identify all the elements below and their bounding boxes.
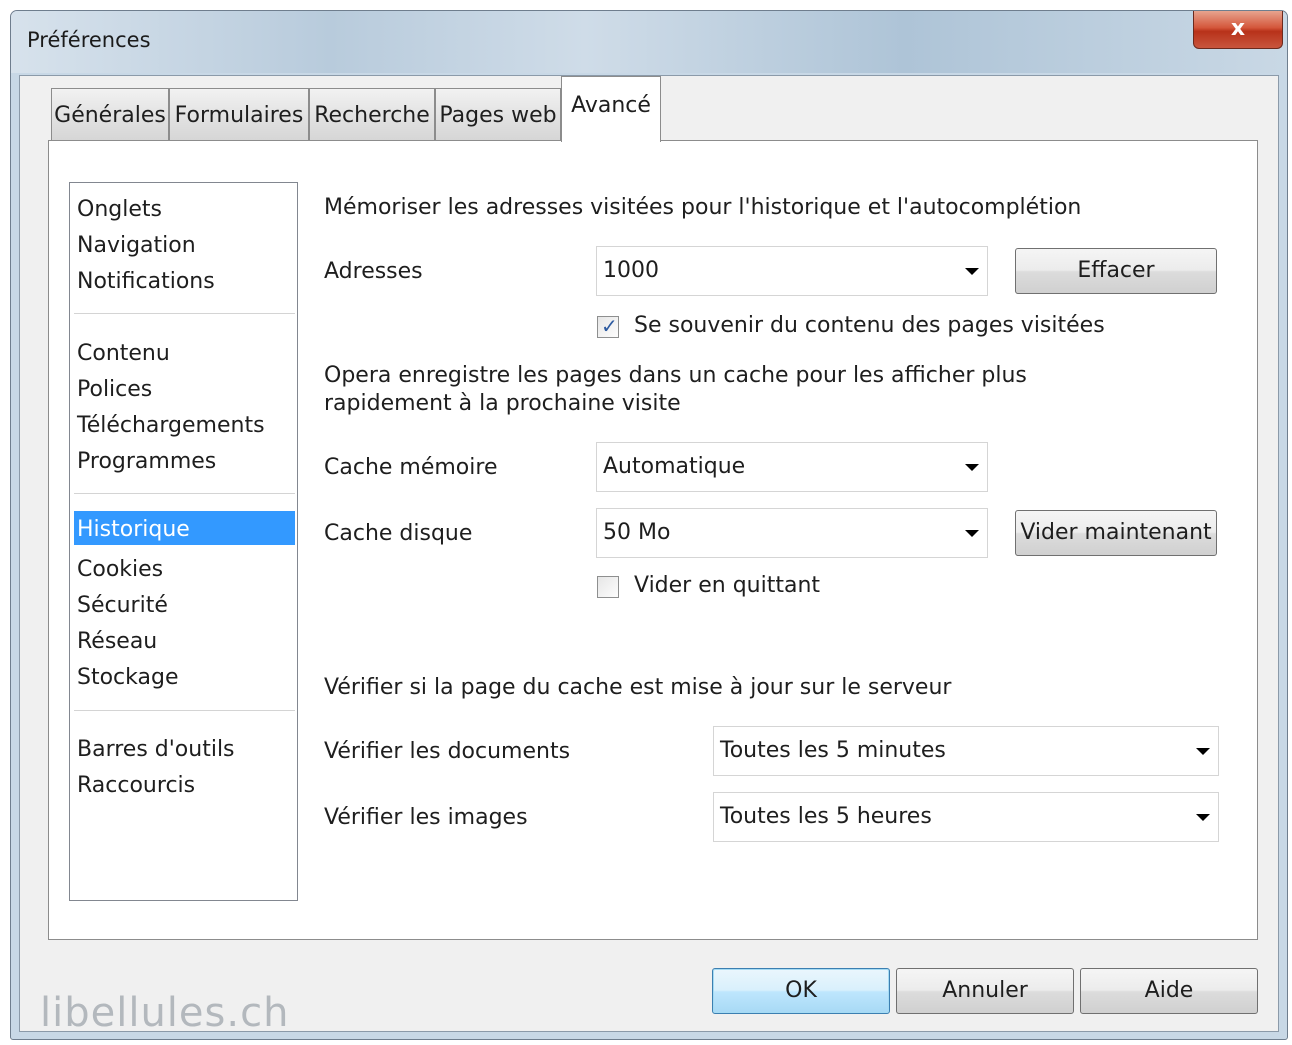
check-icon: ✓ — [601, 314, 618, 338]
cache-description-line2: rapidement à la prochaine visite — [324, 391, 681, 416]
tab-generales[interactable]: Générales — [51, 88, 169, 140]
sidebar-divider — [74, 710, 295, 711]
sidebar-item-raccourcis[interactable]: Raccourcis — [74, 767, 295, 801]
help-button[interactable]: Aide — [1080, 968, 1258, 1014]
memory-cache-select[interactable]: Automatique — [596, 442, 988, 492]
check-images-label: Vérifier les images — [324, 805, 528, 830]
disk-cache-select[interactable]: 50 Mo — [596, 508, 988, 558]
watermark-logo: libellules.ch — [40, 990, 290, 1036]
check-images-select[interactable]: Toutes les 5 heures — [713, 792, 1219, 842]
advanced-panel: Onglets Navigation Notifications Contenu… — [48, 140, 1258, 940]
sidebar-item-stockage[interactable]: Stockage — [74, 659, 295, 693]
cache-description-line1: Opera enregistre les pages dans un cache… — [324, 363, 1027, 388]
sidebar-item-programmes[interactable]: Programmes — [74, 443, 295, 477]
remember-content-label: Se souvenir du contenu des pages visitée… — [634, 313, 1105, 338]
remember-content-checkbox[interactable]: ✓ — [597, 314, 619, 338]
check-documents-value: Toutes les 5 minutes — [720, 738, 946, 763]
sidebar-item-onglets[interactable]: Onglets — [74, 191, 295, 225]
sidebar-divider — [74, 493, 295, 494]
chevron-down-icon — [965, 530, 979, 537]
check-documents-label: Vérifier les documents — [324, 739, 571, 764]
cancel-button[interactable]: Annuler — [896, 968, 1074, 1014]
tab-avance[interactable]: Avancé — [561, 76, 661, 142]
sidebar-item-notifications[interactable]: Notifications — [74, 263, 295, 297]
disk-cache-label: Cache disque — [324, 521, 473, 546]
tab-pages-web[interactable]: Pages web — [435, 88, 561, 140]
addresses-value: 1000 — [603, 258, 659, 283]
chevron-down-icon — [1196, 814, 1210, 821]
sidebar-item-telechargements[interactable]: Téléchargements — [74, 407, 295, 441]
advanced-sidebar: Onglets Navigation Notifications Contenu… — [69, 182, 298, 901]
close-button[interactable]: x — [1193, 11, 1283, 49]
sidebar-item-cookies[interactable]: Cookies — [74, 551, 295, 585]
clear-history-button[interactable]: Effacer — [1015, 248, 1217, 294]
addresses-label: Adresses — [324, 259, 423, 284]
history-heading: Mémoriser les adresses visitées pour l'h… — [324, 195, 1082, 220]
sidebar-item-securite[interactable]: Sécurité — [74, 587, 295, 621]
chevron-down-icon — [1196, 748, 1210, 755]
tab-formulaires[interactable]: Formulaires — [169, 88, 309, 140]
window-title: Préférences — [27, 28, 151, 52]
sidebar-divider — [74, 313, 295, 314]
memory-cache-label: Cache mémoire — [324, 455, 498, 480]
empty-on-exit-label: Vider en quittant — [634, 573, 821, 598]
sidebar-item-polices[interactable]: Polices — [74, 371, 295, 405]
addresses-select[interactable]: 1000 — [596, 246, 988, 296]
sidebar-item-contenu[interactable]: Contenu — [74, 335, 295, 369]
tab-recherche[interactable]: Recherche — [309, 88, 435, 140]
check-documents-select[interactable]: Toutes les 5 minutes — [713, 726, 1219, 776]
title-bar[interactable]: Préférences x — [11, 11, 1287, 73]
sidebar-item-barres-outils[interactable]: Barres d'outils — [74, 731, 295, 765]
memory-cache-value: Automatique — [603, 454, 746, 479]
empty-cache-now-button[interactable]: Vider maintenant — [1015, 510, 1217, 556]
ok-button[interactable]: OK — [712, 968, 890, 1014]
sidebar-item-reseau[interactable]: Réseau — [74, 623, 295, 657]
sidebar-item-historique[interactable]: Historique — [74, 511, 295, 545]
close-icon: x — [1230, 16, 1246, 41]
empty-on-exit-checkbox[interactable] — [597, 576, 619, 598]
chevron-down-icon — [965, 464, 979, 471]
check-images-value: Toutes les 5 heures — [720, 804, 932, 829]
sidebar-item-navigation[interactable]: Navigation — [74, 227, 295, 261]
disk-cache-value: 50 Mo — [603, 520, 671, 545]
check-heading: Vérifier si la page du cache est mise à … — [324, 675, 952, 700]
chevron-down-icon — [965, 268, 979, 275]
